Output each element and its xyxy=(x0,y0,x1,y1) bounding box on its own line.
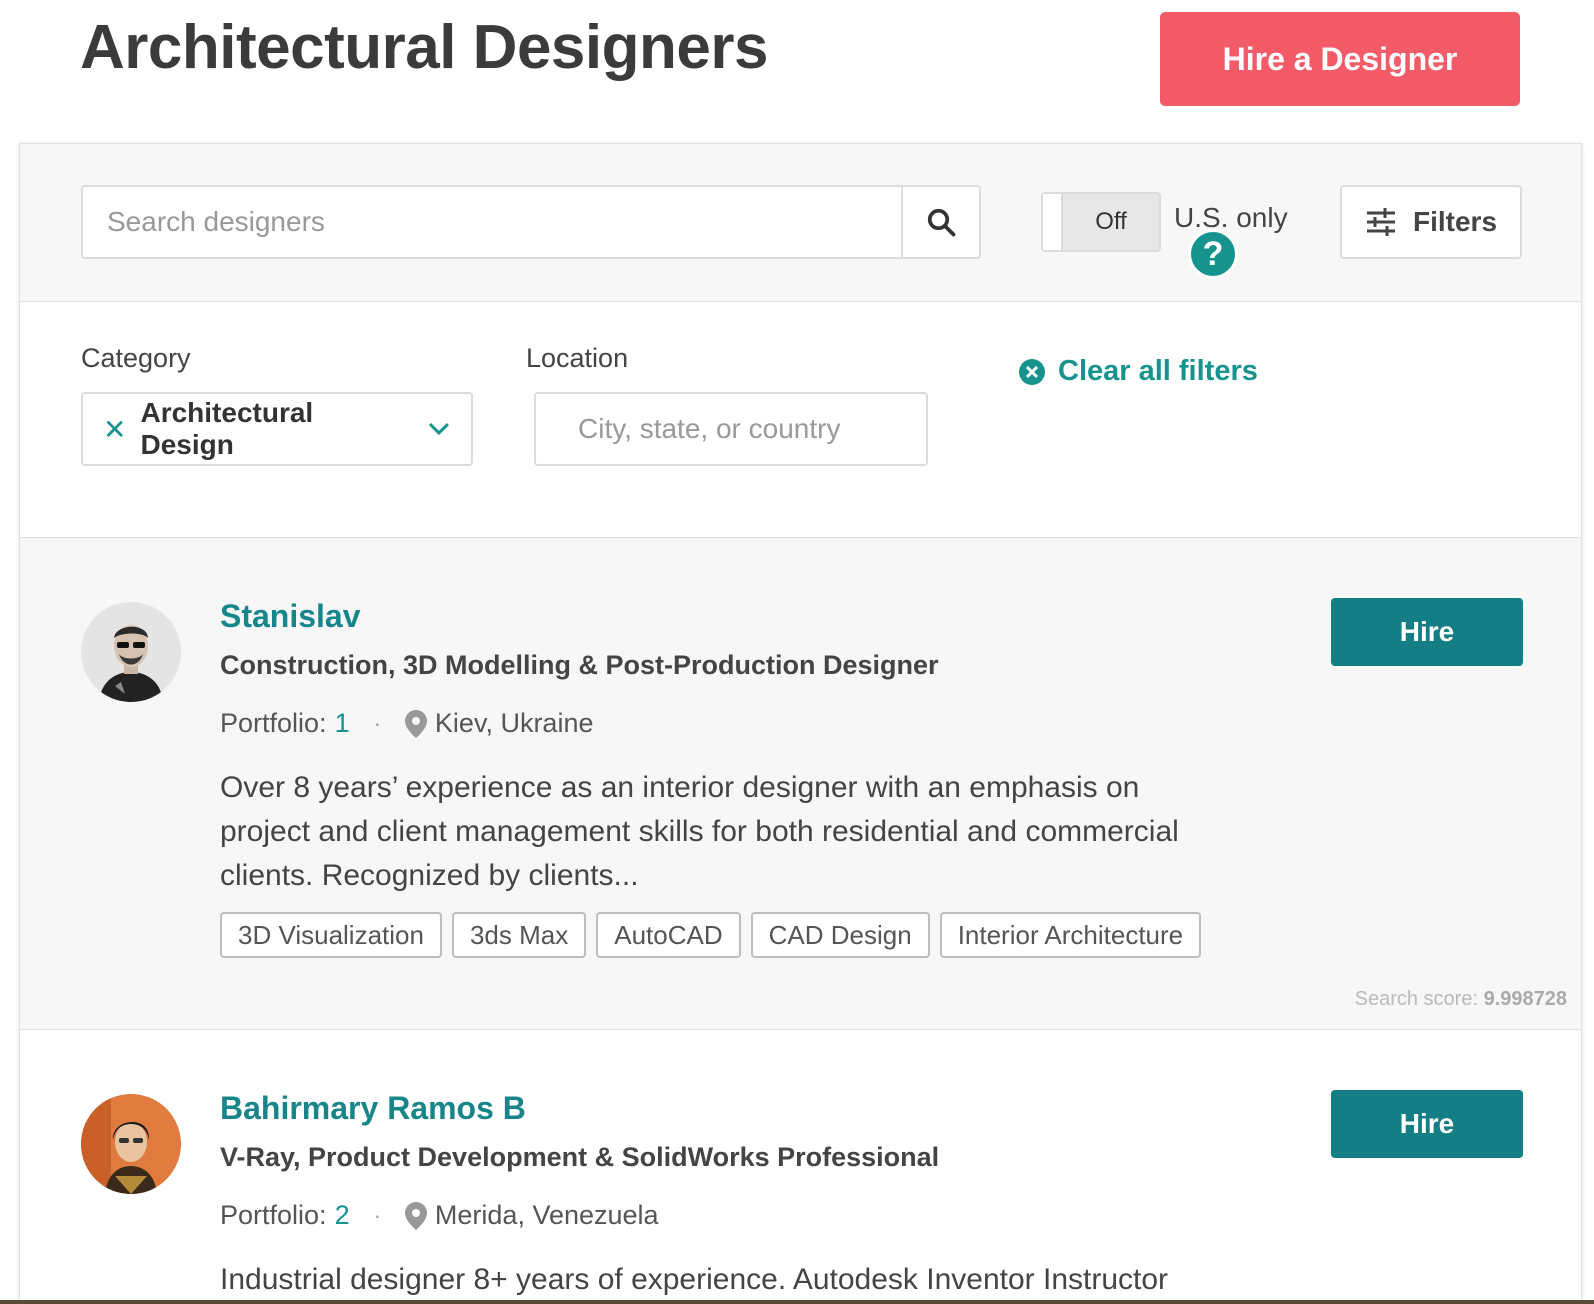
search-input[interactable] xyxy=(83,187,901,257)
portfolio-label: Portfolio: xyxy=(220,708,327,738)
search-score-value: 9.998728 xyxy=(1483,988,1567,1010)
clear-all-filters-link[interactable]: Clear all filters xyxy=(1018,355,1258,388)
location-pin-icon xyxy=(404,1201,427,1231)
portfolio-count-link[interactable]: 1 xyxy=(335,708,350,739)
skill-tag[interactable]: CAD Design xyxy=(750,912,930,958)
avatar[interactable] xyxy=(81,602,181,702)
search-button[interactable] xyxy=(901,187,979,257)
location-pin-icon xyxy=(404,709,427,739)
filters-label: Filters xyxy=(1412,206,1498,237)
designer-headline: Construction, 3D Modelling & Post-Produc… xyxy=(220,650,939,680)
designer-location: Merida, Venezuela xyxy=(434,1200,659,1230)
hire-button[interactable]: Hire xyxy=(1331,598,1523,666)
portfolio-label: Portfolio: xyxy=(220,1200,327,1230)
category-value: Architectural Design xyxy=(140,397,314,460)
designer-meta: Portfolio: 2 · Merida, Venezuela xyxy=(220,1200,659,1231)
category-select[interactable]: ✕ Architectural Design xyxy=(81,392,473,466)
sliders-icon xyxy=(1366,208,1395,236)
hire-button[interactable]: Hire xyxy=(1331,1090,1523,1158)
hire-a-designer-button[interactable]: Hire a Designer xyxy=(1160,12,1520,106)
search-field-wrapper xyxy=(81,185,981,259)
portfolio-count-link[interactable]: 2 xyxy=(335,1200,350,1231)
location-field-wrapper xyxy=(534,392,939,466)
skill-tag[interactable]: 3D Visualization xyxy=(220,912,442,958)
toggle-state-label: Off xyxy=(1063,194,1159,250)
designer-result: Bahirmary Ramos B V-Ray, Product Develop… xyxy=(20,1030,1581,1304)
remove-category-icon[interactable]: ✕ xyxy=(103,413,126,446)
category-label: Category xyxy=(81,343,191,373)
avatar[interactable] xyxy=(81,1094,181,1194)
page-title: Architectural Designers xyxy=(80,13,768,82)
designer-headline: V-Ray, Product Development & SolidWorks … xyxy=(220,1142,940,1172)
designer-location: Kiev, Ukraine xyxy=(434,708,594,738)
clear-circle-icon xyxy=(1019,358,1045,385)
skill-tag[interactable]: Interior Architecture xyxy=(939,912,1202,958)
chevron-down-icon xyxy=(429,422,450,436)
designer-name[interactable]: Stanislav xyxy=(220,598,361,635)
search-bar: Off U.S. only ? Filters xyxy=(20,144,1581,302)
designer-result: Stanislav Construction, 3D Modelling & P… xyxy=(20,538,1581,1030)
designer-meta: Portfolio: 1 · Kiev, Ukraine xyxy=(220,708,593,739)
skill-tag[interactable]: 3ds Max xyxy=(451,912,587,958)
us-only-label: U.S. only xyxy=(1174,202,1288,233)
us-only-toggle[interactable]: Off xyxy=(1041,192,1161,252)
meta-separator: · xyxy=(373,710,381,736)
location-input[interactable] xyxy=(578,413,939,445)
help-icon[interactable]: ? xyxy=(1188,229,1238,279)
filters-button[interactable]: Filters xyxy=(1340,185,1522,259)
designer-bio: Over 8 years’ experience as an interior … xyxy=(220,771,1179,892)
designer-bio: Industrial designer 8+ years of experien… xyxy=(220,1263,1169,1296)
search-icon xyxy=(927,208,956,237)
toggle-knob xyxy=(1043,194,1063,250)
location-label: Location xyxy=(526,343,629,373)
designer-search-panel: Off U.S. only ? Filters Category ✕ Archi… xyxy=(19,143,1582,1304)
search-score: Search score: 9.998728 xyxy=(1355,988,1567,1011)
bottom-edge-divider xyxy=(0,1300,1594,1304)
search-score-label: Search score: xyxy=(1354,988,1479,1010)
skill-tags: 3D Visualization 3ds Max AutoCAD CAD Des… xyxy=(220,912,1202,958)
designer-name[interactable]: Bahirmary Ramos B xyxy=(220,1090,526,1127)
clear-all-filters-label: Clear all filters xyxy=(1058,355,1258,387)
skill-tag[interactable]: AutoCAD xyxy=(596,912,741,958)
meta-separator: · xyxy=(373,1202,381,1228)
filter-row: Category ✕ Architectural Design Location… xyxy=(20,302,1581,538)
